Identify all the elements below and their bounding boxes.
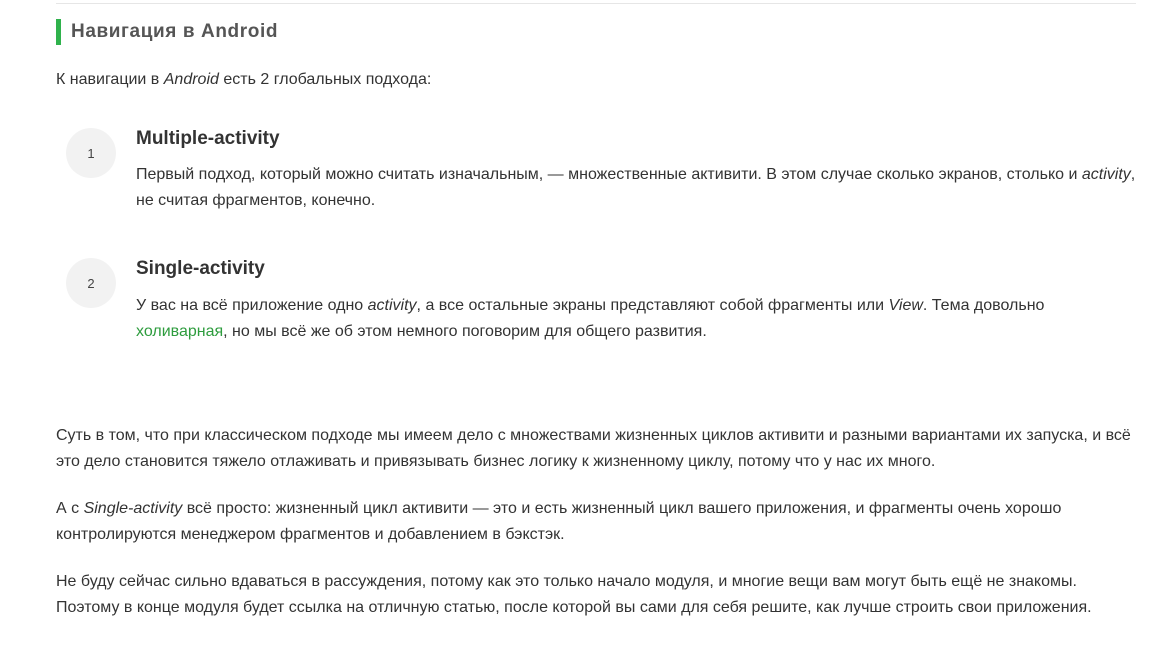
step-number-badge: 1 bbox=[66, 128, 116, 178]
desc-text: , а все остальные экраны представляют со… bbox=[416, 297, 889, 314]
paragraph-conclusion: Не буду сейчас сильно вдаваться в рассуж… bbox=[56, 573, 1092, 616]
intro-paragraph: К навигации в Android есть 2 глобальных … bbox=[56, 67, 1136, 93]
approach-title: Multiple-activity bbox=[136, 128, 280, 149]
p2-emphasis: Single-activity bbox=[83, 500, 183, 517]
desc-text: У вас на всё приложение одно bbox=[136, 297, 368, 314]
heading-accent-bar bbox=[56, 19, 61, 45]
desc-text: . Тема довольно bbox=[922, 297, 1045, 314]
holivar-link[interactable]: холиварная bbox=[136, 323, 223, 340]
desc-emphasis: activity bbox=[367, 297, 417, 314]
intro-text: К навигации в bbox=[56, 71, 164, 88]
approach-description: У вас на всё приложение одно activity, а… bbox=[136, 293, 1136, 345]
heading-title: Навигация в Android bbox=[71, 21, 279, 42]
step-number-badge: 2 bbox=[66, 258, 116, 308]
paragraph-lifecycle: Суть в том, что при классическом подходе… bbox=[56, 427, 1131, 470]
section-heading: Навигация в Android bbox=[56, 19, 278, 45]
p2-text-end: всё просто: жизненный цикл активити — эт… bbox=[56, 500, 1062, 543]
paragraph-single-activity: А с Single-activity всё просто: жизненны… bbox=[56, 496, 1136, 548]
intro-text-end: есть 2 глобальных подхода: bbox=[218, 71, 432, 88]
desc-text-end: , но мы всё же об этом немного поговорим… bbox=[223, 323, 707, 340]
p2-text: А с bbox=[56, 500, 84, 517]
approach-title: Single-activity bbox=[136, 258, 265, 279]
top-divider bbox=[56, 3, 1136, 4]
desc-emphasis: activity bbox=[1081, 166, 1131, 183]
desc-text: Первый подход, который можно считать изн… bbox=[136, 166, 1082, 183]
intro-emphasis: Android bbox=[163, 71, 219, 88]
desc-emphasis: View bbox=[888, 297, 923, 314]
approach-description: Первый подход, который можно считать изн… bbox=[136, 162, 1136, 214]
